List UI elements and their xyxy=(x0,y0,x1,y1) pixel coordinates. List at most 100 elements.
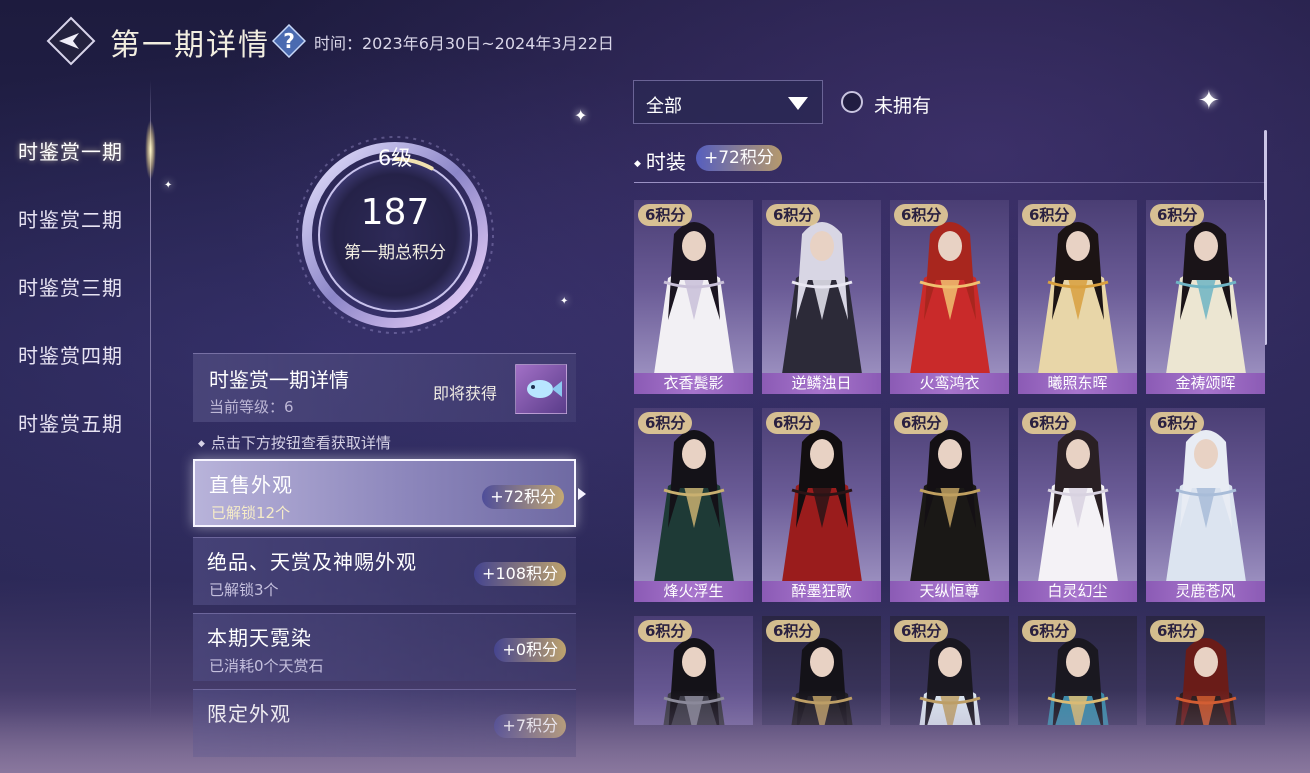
outfit-points-badge: 6积分 xyxy=(1150,620,1205,642)
outfit-points-badge: 6积分 xyxy=(894,412,949,434)
caret-down-icon xyxy=(788,97,808,110)
sparkle-icon: ✦ xyxy=(1198,86,1220,116)
outfit-card[interactable]: 6积分白灵幻尘 xyxy=(1018,408,1137,602)
outfit-figure-image xyxy=(1166,430,1246,582)
category-title: 本期天霓染 xyxy=(207,626,312,650)
category-points-badge: +0积分 xyxy=(494,638,566,662)
outfit-figure-image xyxy=(1038,222,1118,374)
outfit-points-badge: 6积分 xyxy=(894,620,949,642)
outfit-card[interactable]: 6积分天纵恒尊 xyxy=(890,408,1009,602)
not-owned-radio[interactable] xyxy=(841,91,863,113)
category-points-badge: +72积分 xyxy=(482,485,564,509)
outfit-points-badge: 6积分 xyxy=(1022,204,1077,226)
outfit-name: 白灵幻尘 xyxy=(1018,581,1137,602)
help-button[interactable]: ? xyxy=(271,23,307,59)
outfit-name: 金祷颂晖 xyxy=(1146,373,1265,394)
category-premium[interactable]: 绝品、天赏及神赐外观 已解锁3个 +108积分 xyxy=(193,537,576,605)
outfit-card[interactable]: 6积分火鸾鸿衣 xyxy=(890,200,1009,394)
period-detail-title: 时鉴赏一期详情 xyxy=(209,368,349,392)
outfit-points-badge: 6积分 xyxy=(766,620,821,642)
hint-label: 点击下方按钮查看获取详情 xyxy=(210,434,391,452)
outfit-figure-image xyxy=(782,430,862,582)
outfit-card[interactable]: 6积分逆鳞浊日 xyxy=(762,200,881,394)
event-time: 时间：2023年6月30日~2024年3月22日 xyxy=(314,34,614,53)
outfit-points-badge: 6积分 xyxy=(638,412,693,434)
outfit-name: 逆鳞浊日 xyxy=(762,373,881,394)
outfit-name: 曦照东晖 xyxy=(1018,373,1137,394)
upcoming-reward-thumb[interactable] xyxy=(515,364,567,414)
outfit-figure-image xyxy=(782,222,862,374)
question-mark-icon: ? xyxy=(271,23,307,59)
nav-item-period-2[interactable]: 时鉴赏二期 xyxy=(18,204,123,233)
outfit-name: 衣香鬓影 xyxy=(634,373,753,394)
outfit-card[interactable]: 6积分烽火浮生 xyxy=(634,408,753,602)
category-direct-sale[interactable]: 直售外观 已解锁12个 +72积分 xyxy=(193,459,576,527)
sparkle-icon: ✦ xyxy=(164,180,173,191)
upcoming-reward-label: 即将获得 xyxy=(433,384,498,403)
total-score-caption: 第一期总积分 xyxy=(344,243,446,263)
outfit-points-badge: 6积分 xyxy=(766,412,821,434)
category-dye[interactable]: 本期天霓染 已消耗0个天赏石 +0积分 xyxy=(193,613,576,681)
category-points-badge: +7积分 xyxy=(494,714,566,738)
not-owned-label[interactable]: 未拥有 xyxy=(874,91,931,118)
category-title: 限定外观 xyxy=(207,702,291,726)
outfit-card[interactable]: 6积分曦照东晖 xyxy=(1018,200,1137,394)
outfit-card[interactable]: 6积分 灵鹿苍风 xyxy=(1146,408,1265,602)
nav-item-period-1[interactable]: 时鉴赏一期 xyxy=(18,136,123,165)
outfit-points-badge: 6积分 xyxy=(1022,412,1077,434)
outfit-card[interactable]: 6积分醉墨狂歌 xyxy=(762,408,881,602)
outfit-grid: 6积分 衣香鬓影 6积分 逆鳞浊日 6积分 火鸾鸿衣 6积分 曦照东晖 6积分 金祷颂晖 6积分 烽火… xyxy=(634,200,1266,725)
outfit-points-badge: 6积分 xyxy=(1150,204,1205,226)
total-score: 187 xyxy=(360,192,430,233)
category-subtitle: 已解锁3个 xyxy=(209,581,279,599)
category-title: 直售外观 xyxy=(209,473,293,497)
outfit-name: 灵鹿苍风 xyxy=(1146,581,1265,602)
outfit-name: 醉墨狂歌 xyxy=(762,581,881,602)
outfit-figure-image xyxy=(1166,222,1246,374)
svg-text:?: ? xyxy=(283,29,295,53)
outfit-card[interactable]: 6积分 xyxy=(1018,616,1137,725)
category-limited[interactable]: 限定外观 +7积分 xyxy=(193,689,576,757)
level-ring: 6级 187 第一期总积分 xyxy=(290,130,500,340)
filter-dropdown[interactable]: 全部 xyxy=(633,80,823,124)
fish-item-icon xyxy=(527,380,562,398)
nav-item-period-3[interactable]: 时鉴赏三期 xyxy=(18,272,123,301)
outfit-name: 火鸾鸿衣 xyxy=(890,373,1009,394)
hint-text: ◆ 点击下方按钮查看获取详情 xyxy=(198,432,391,453)
bullet-icon: ◆ xyxy=(198,438,205,449)
outfit-card[interactable]: 6积分 xyxy=(762,616,881,725)
section-points-badge: +72积分 xyxy=(696,145,782,171)
filter-dropdown-value: 全部 xyxy=(646,96,682,117)
sparkle-icon: ✦ xyxy=(560,296,569,307)
back-button[interactable] xyxy=(46,16,96,66)
nav-item-period-4[interactable]: 时鉴赏四期 xyxy=(18,340,123,369)
outfit-points-badge: 6积分 xyxy=(638,204,693,226)
outfit-card[interactable]: 6积分 xyxy=(890,616,1009,725)
outfit-figure-image xyxy=(910,430,990,582)
selected-arrow-icon xyxy=(578,488,586,500)
outfit-figure-image xyxy=(1038,430,1118,582)
category-points-badge: +108积分 xyxy=(474,562,566,586)
outfit-points-badge: 6积分 xyxy=(1022,620,1077,642)
category-subtitle: 已消耗0个天赏石 xyxy=(209,657,324,675)
outfit-card[interactable]: 6积分金祷颂晖 xyxy=(1146,200,1265,394)
back-arrow-icon xyxy=(46,16,96,66)
period-detail-card[interactable]: 时鉴赏一期详情 当前等级：6 即将获得 xyxy=(193,353,576,422)
outfit-points-badge: 6积分 xyxy=(766,204,821,226)
outfit-name: 烽火浮生 xyxy=(634,581,753,602)
section-title-text: 时装 xyxy=(645,150,686,174)
page-title: 第一期详情 xyxy=(110,28,270,63)
outfit-figure-image xyxy=(654,430,734,582)
outfit-points-badge: 6积分 xyxy=(894,204,949,226)
outfit-card[interactable]: 6积分 xyxy=(1146,616,1265,725)
section-divider xyxy=(634,182,1266,183)
outfit-figure-image xyxy=(654,222,734,374)
outfit-card[interactable]: 6积分 xyxy=(634,616,753,725)
outfit-points-badge: 6积分 xyxy=(638,620,693,642)
nav-item-period-5[interactable]: 时鉴赏五期 xyxy=(18,408,123,437)
outfit-card[interactable]: 6积分衣香鬓影 xyxy=(634,200,753,394)
outfit-name: 天纵恒尊 xyxy=(890,581,1009,602)
current-level-text: 当前等级：6 xyxy=(209,398,294,416)
outfit-figure-image xyxy=(910,222,990,374)
bullet-icon: ◆ xyxy=(634,158,641,169)
